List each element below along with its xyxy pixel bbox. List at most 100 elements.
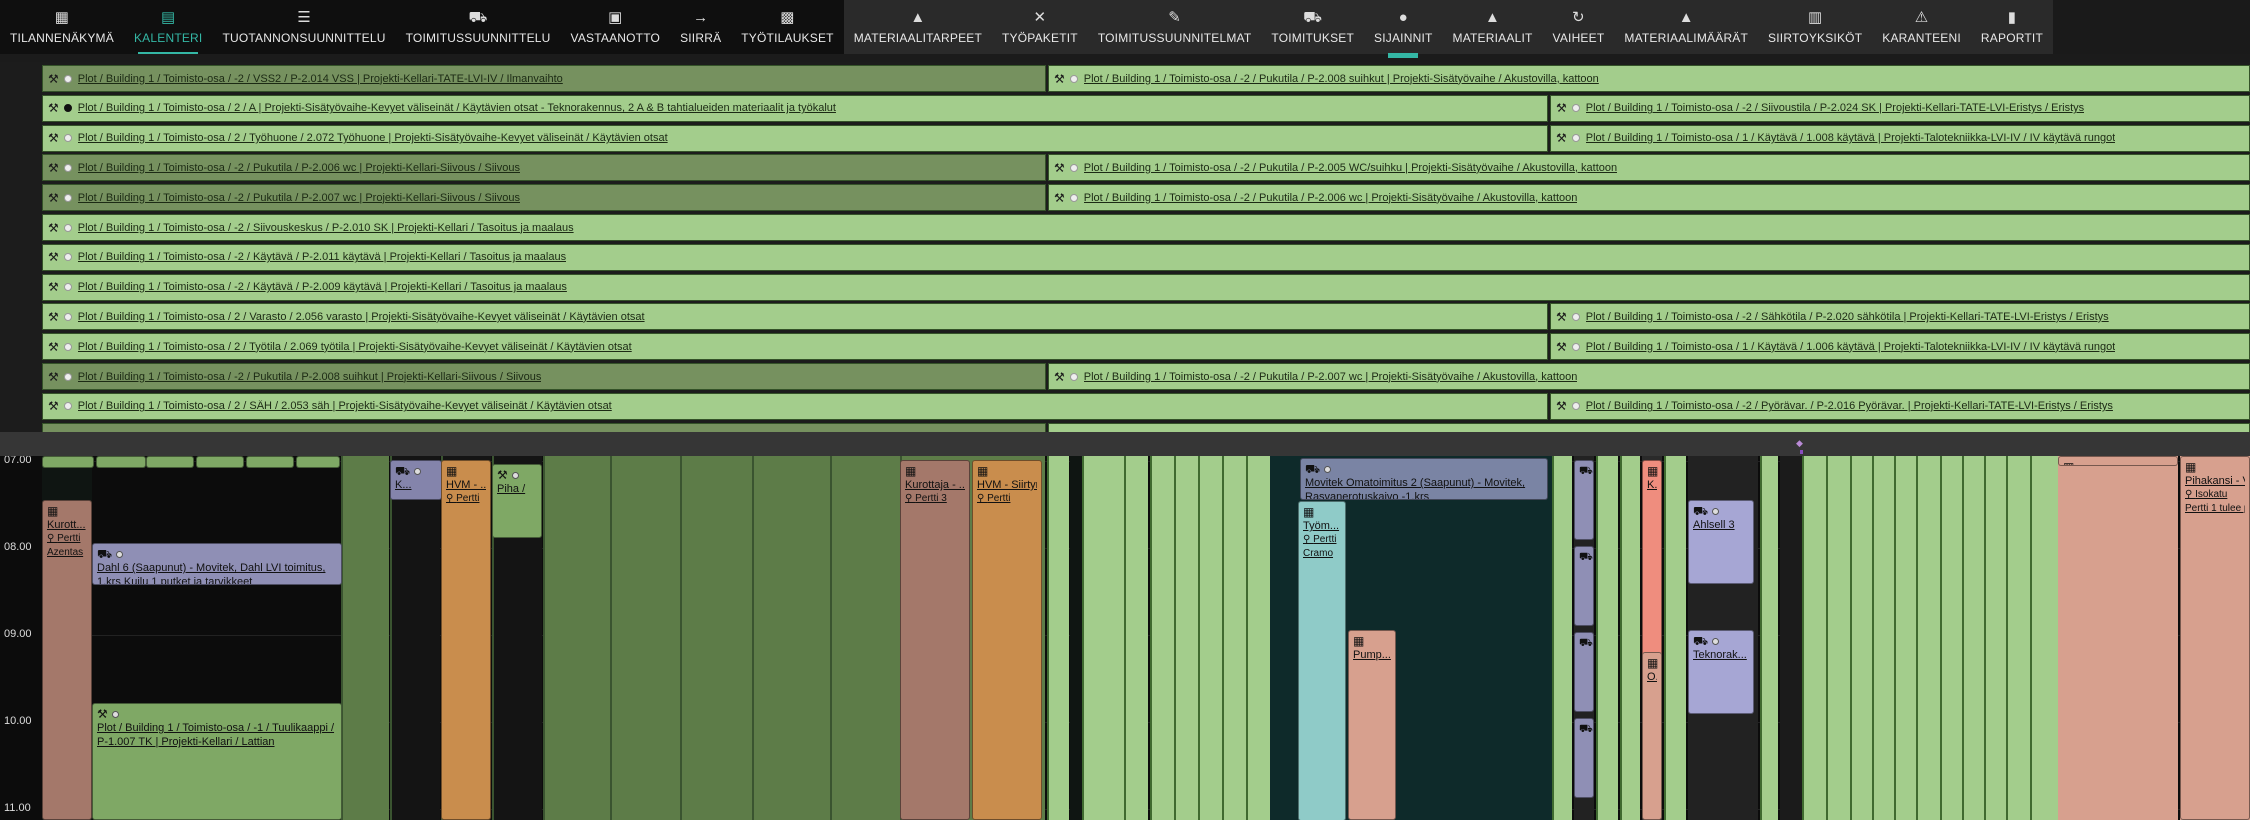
calendar-event[interactable]: ⛟ Movitek Omatoimitus 2 (Saapunut) - Movi… (1300, 458, 1548, 500)
calendar-event[interactable]: ⛟ (1574, 718, 1594, 798)
unscheduled-task-bar[interactable]: ⚒ Plot / Building 1 / Toimisto-osa / -2 /… (1550, 94, 2250, 122)
nav-item-materiaalimäärät[interactable]: ▲ MATERIAALIMÄÄRÄT (1614, 0, 1759, 54)
calendar-event[interactable]: ⛟ K... (390, 460, 442, 500)
unscheduled-task-bar[interactable]: ⚒ Plot / Building 1 / Toimisto-osa / -2 /… (1048, 154, 2250, 182)
nav-item-vastaanotto[interactable]: ▣ VASTAANOTTO (561, 0, 671, 54)
calendar-event[interactable]: ▦K... (1642, 460, 1662, 656)
tools-icon: ✕ (1033, 8, 1047, 26)
calendar-event[interactable]: ▦ Kurott... ⚲ Pertti Azentas (42, 500, 92, 820)
calendar-event[interactable]: ⛟ Teknorak... (1688, 630, 1754, 714)
unscheduled-task-bar[interactable]: ⚒ Plot / Building 1 / Toimisto-osa / -2 /… (42, 65, 1046, 92)
calendar-event[interactable]: ▦ Kurottaja - ... ⚲ Pertti 3 (900, 460, 970, 820)
nav-item-materiaalit[interactable]: ▲ MATERIAALIT (1442, 0, 1543, 54)
event-title: Piha / (497, 483, 526, 495)
nav-item-label: MATERIAALITARPEET (853, 30, 983, 45)
nav-item-label: SIIRTOYKSIKÖT (1768, 30, 1863, 45)
truck-icon: ⛟ (1579, 551, 1593, 563)
status-dot-icon (414, 467, 422, 475)
unscheduled-task-bar[interactable]: ⚒ Plot / Building 1 / Toimisto-osa / 1 / … (1550, 124, 2250, 152)
calendar-event[interactable]: ▦ Työm... ⚲ Pertti Cramo (1298, 501, 1346, 820)
unscheduled-task-bar[interactable]: ⚒ Plot / Building 1 / Toimisto-osa / -2 /… (42, 184, 1046, 212)
unscheduled-task-bar[interactable]: ⚒ Plot / Building 1 / Toimisto-osa / -2 /… (42, 273, 2250, 301)
unscheduled-task-bar[interactable]: ⚒ Plot / Building 1 / Toimisto-osa / 2 / … (42, 303, 1548, 331)
nav-item-karanteeni[interactable]: ⚠ KARANTEENI (1872, 0, 1971, 54)
nav-item-sijainnit[interactable]: ● SIJAINNIT (1364, 0, 1443, 58)
unscheduled-task-bar[interactable]: ⚒ Plot / Building 1 / Toimisto-osa / -2 /… (42, 243, 2250, 271)
unscheduled-task-bar[interactable]: ⚒ Plot / Building 1 / Toimisto-osa / -2 /… (42, 363, 1046, 390)
top-navigation: ▦ TILANNENÄKYMÄ ▤ KALENTERI ☰ TUOTANNONSUUNNI… (0, 0, 2250, 58)
calendar-event[interactable]: ⛟ (1574, 460, 1594, 540)
calendar-event[interactable]: ⛟ (1574, 546, 1594, 626)
calendar-event[interactable]: ▦ Pump... (1348, 630, 1396, 820)
calendar-column (1150, 456, 1174, 820)
nav-item-tuotannonsuunnittelu[interactable]: ☰ TUOTANNONSUUNNITTELU (212, 0, 395, 54)
nav-item-työtilaukset[interactable]: ▩ TYÖTILAUKSET (731, 0, 843, 54)
nav-item-label: MATERIAALIMÄÄRÄT (1624, 30, 1749, 45)
event-header: ⛟ (97, 547, 337, 561)
calendar-event[interactable]: ⛟ Dahl 6 (Saapunut) - Movitek, Dahl LVI t… (92, 543, 342, 585)
status-dot-icon (116, 550, 124, 558)
nav-item-raportit[interactable]: ▮ RAPORTIT (1970, 0, 2053, 54)
tools-icon: ⚒ (48, 280, 59, 295)
location-pin-icon: ⚲ (47, 533, 58, 544)
event-title: Movitek Omatoimitus 2 (Saapunut) - Movit… (1305, 477, 1526, 500)
event-location: ⚲ Pertti (1303, 533, 1341, 547)
nav-item-vaiheet[interactable]: ↻ VAIHEET (1542, 0, 1615, 54)
tools-icon: ⚒ (1556, 309, 1567, 324)
event-title: HVM - Siirtymäla... (977, 479, 1037, 491)
list-icon: ☰ (297, 8, 311, 26)
event-location-text: Pertti 3 (915, 493, 947, 504)
calendar-icon: ▦ (2063, 460, 2074, 465)
event-header: ▦ (977, 464, 1037, 478)
unscheduled-task-bar[interactable]: ⚒ Plot / Building 1 / Toimisto-osa / -2 /… (1048, 65, 2250, 92)
unscheduled-task-bar[interactable]: ⚒ Plot / Building 1 / Toimisto-osa / 2 / … (42, 124, 1548, 152)
tools-icon: ⚒ (1054, 71, 1065, 86)
calendar-event[interactable]: ⛟ (1574, 632, 1594, 712)
unscheduled-task-bar[interactable]: ⚒ Plot / Building 1 / Toimisto-osa / -2 /… (1048, 184, 2250, 212)
task-title: Plot / Building 1 / Toimisto-osa / -2 / … (1585, 310, 2109, 323)
tools-icon: ⚒ (48, 309, 59, 324)
nav-item-label: KARANTEENI (1882, 30, 1961, 45)
refresh-icon: ↻ (1572, 8, 1585, 26)
nav-item-toimitussuunnitelmat[interactable]: ✎ TOIMITUSSUUNNITELMAT (1087, 0, 1262, 54)
nav-item-materiaalitarpeet[interactable]: ▲ MATERIAALITARPEET (843, 0, 993, 54)
column-separator (1802, 456, 1804, 820)
status-dot-icon (63, 253, 72, 262)
nav-item-label: VASTAANOTTO (570, 30, 661, 45)
unscheduled-task-bar[interactable]: ⚒ Plot / Building 1 / Toimisto-osa / -2 /… (42, 154, 1046, 182)
calendar-event[interactable]: ▦Pihakansi - Vanhan huova...⚲ IsokatuPer… (2180, 456, 2250, 820)
unscheduled-task-bar[interactable]: ⚒ Plot / Building 1 / Toimisto-osa / -2 /… (42, 214, 2250, 241)
nav-item-siirtoyksiköt[interactable]: ▥ SIIRTOYKSIKÖT (1758, 0, 1873, 54)
tools-icon: ⚒ (1556, 101, 1567, 116)
column-separator (1664, 456, 1666, 820)
unscheduled-task-bar[interactable]: ⚒ Plot / Building 1 / Toimisto-osa / 2 / … (42, 333, 1548, 361)
nav-item-siirrä[interactable]: → SIIRRÄ (670, 0, 731, 54)
nav-item-toimitukset[interactable]: ⛟ TOIMITUKSET (1261, 0, 1365, 54)
unscheduled-task-bar[interactable]: ⚒ Plot / Building 1 / Toimisto-osa / -2 /… (1550, 392, 2250, 420)
unscheduled-task-bar[interactable]: ⚒ Plot / Building 1 / Toimisto-osa / 1 / … (1550, 333, 2250, 361)
status-dot-icon (1571, 342, 1580, 351)
calendar-event[interactable]: ▦O... (1642, 652, 1662, 820)
nav-item-kalenteri[interactable]: ▤ KALENTERI (124, 0, 213, 54)
calendar-event[interactable]: ⛟ Ahlsell 3 (1688, 500, 1754, 584)
panel-divider[interactable] (0, 432, 2250, 456)
unscheduled-task-bar[interactable]: ⚒ Plot / Building 1 / Toimisto-osa / -2 /… (1550, 303, 2250, 331)
column-separator (1850, 456, 1852, 820)
nav-item-label: RAPORTIT (1980, 30, 2043, 45)
unscheduled-task-bar[interactable]: ⚒ Plot / Building 1 / Toimisto-osa / -2 /… (1048, 363, 2250, 390)
calendar-event[interactable]: ▦HVM - Siirtymäla...⚲ Pertti (972, 460, 1042, 820)
nav-item-toimitussuunnittelu[interactable]: ⛟ TOIMITUSSUUNNITTELU (396, 0, 561, 54)
unscheduled-task-bar[interactable]: ⚒ Plot / Building 1 / Toimisto-osa / 2 / … (42, 94, 1548, 122)
nav-item-tilannenäkymä[interactable]: ▦ TILANNENÄKYMÄ (0, 0, 124, 54)
task-title: Plot / Building 1 / Toimisto-osa / -2 / … (77, 221, 574, 234)
calendar-event[interactable]: ⚒ Piha / (492, 464, 542, 538)
unscheduled-task-bar (1048, 422, 2250, 432)
unscheduled-task-bar (42, 422, 1046, 432)
calendar-event[interactable]: ▦Lunkki... (2058, 456, 2178, 466)
event-title: K... (1647, 479, 1657, 491)
calendar-event[interactable]: ▦ HVM - ... ⚲ Pertti (441, 460, 491, 820)
unscheduled-task-bar[interactable]: ⚒ Plot / Building 1 / Toimisto-osa / 2 / … (42, 392, 1548, 420)
nav-item-työpaketit[interactable]: ✕ TYÖPAKETIT (992, 0, 1088, 54)
column-separator (1150, 456, 1152, 820)
calendar-event[interactable]: ⚒ Plot / Building 1 / Toimisto-osa / -1 /… (92, 703, 342, 820)
